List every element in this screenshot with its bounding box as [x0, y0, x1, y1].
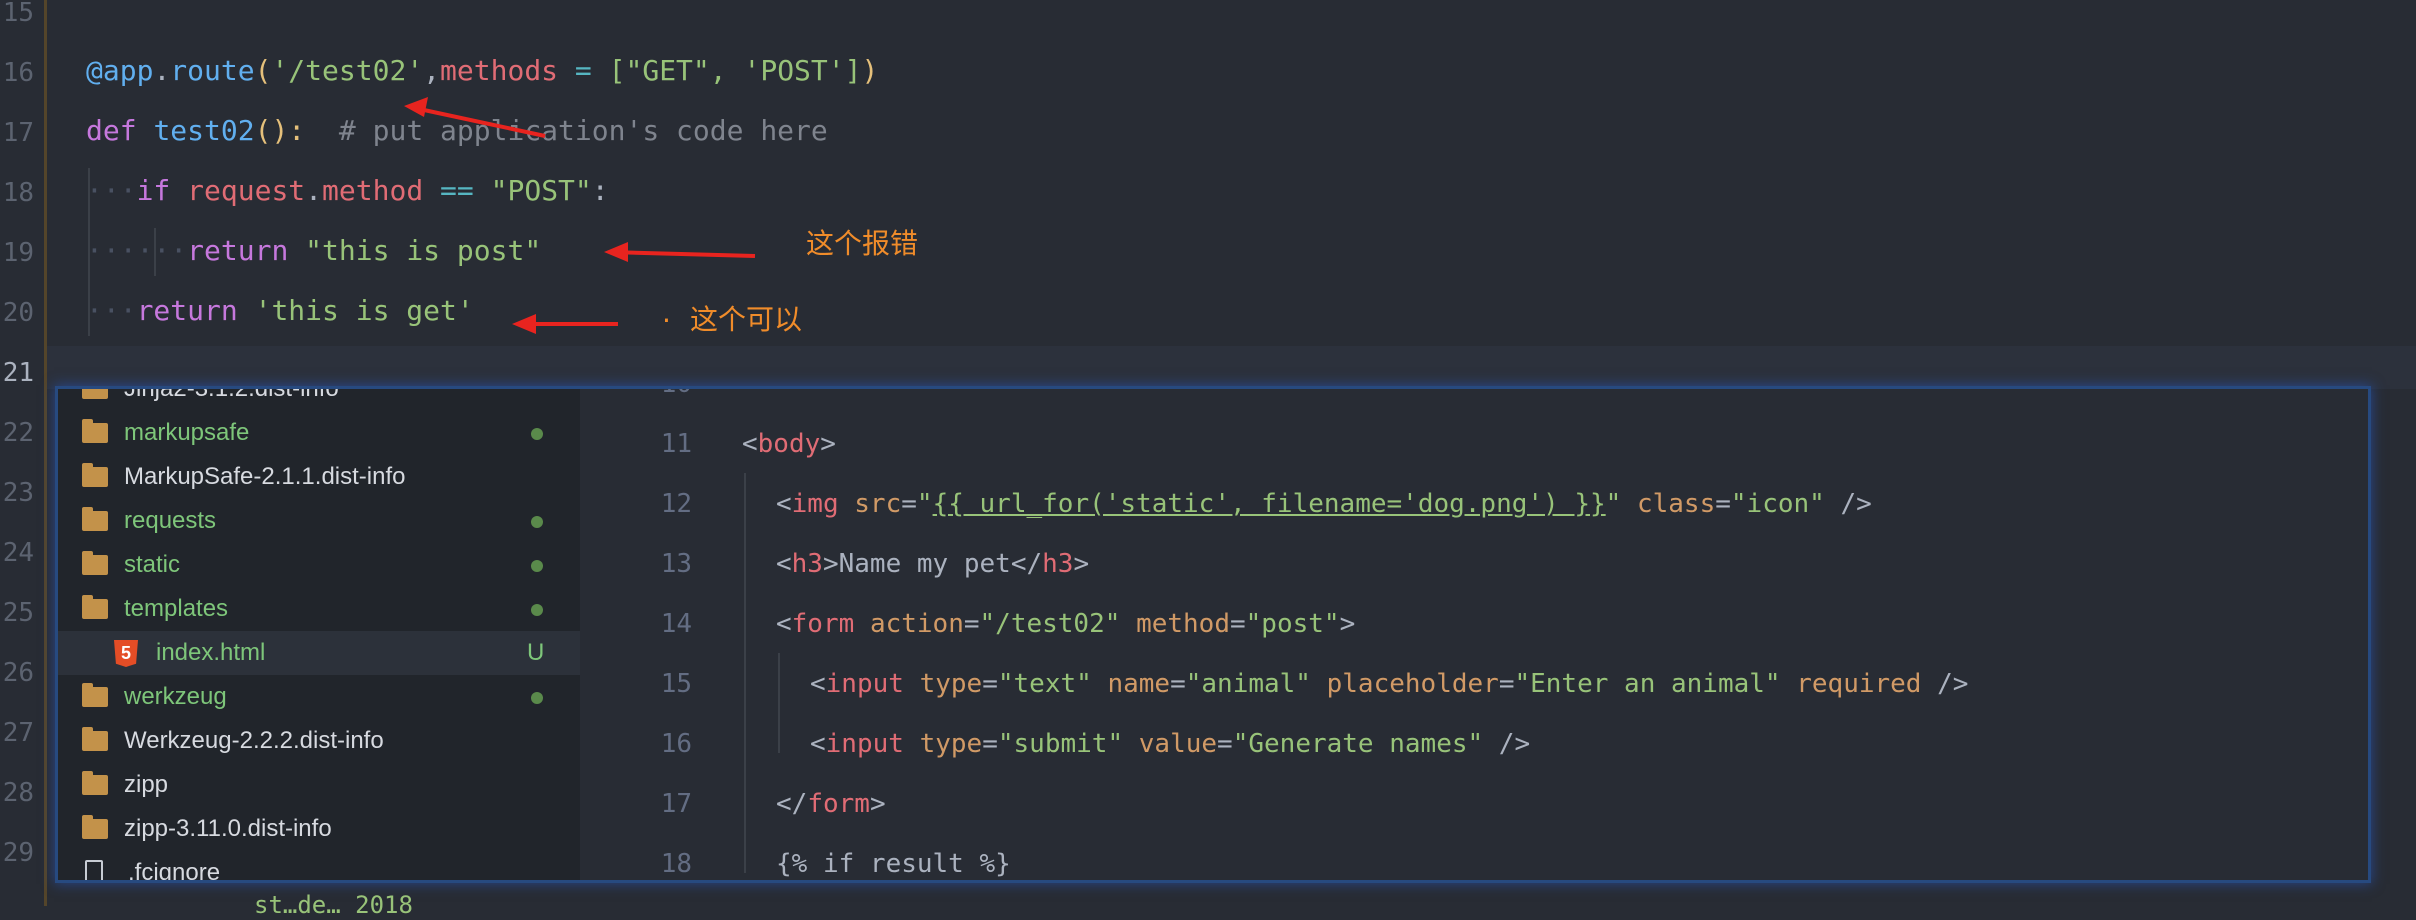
arrow-to-post-return [609, 250, 756, 258]
tree-item[interactable]: werkzeug [58, 675, 580, 719]
line-number: 11 [660, 429, 692, 459]
line-number: 17 [660, 789, 692, 819]
indent-guide [744, 473, 746, 873]
html-editor[interactable]: 10 11 12 13 14 15 16 17 18 <body> <img s… [580, 389, 2368, 880]
line-number: 16 [660, 729, 692, 759]
tree-item[interactable]: zipp-3.11.0.dist-info [58, 807, 580, 851]
line-number: 10 [580, 389, 692, 399]
git-status-dot [531, 428, 543, 440]
tree-item[interactable]: .fcignore [58, 851, 580, 880]
git-status-dot [531, 604, 543, 616]
partial-code-line: st…de… 2018 [254, 891, 413, 919]
line-number: 13 [660, 549, 692, 579]
html-line-17[interactable]: </form> [776, 789, 886, 819]
tree-item-index-html[interactable]: 5 index.html U [58, 631, 580, 675]
tree-item[interactable]: requests [58, 499, 580, 543]
file-explorer[interactable]: Jinja2-3.1.2.dist-info markupsafe Markup… [58, 389, 580, 880]
arrow-to-methods [409, 105, 546, 138]
tree-item[interactable]: MarkupSafe-2.1.1.dist-info [58, 455, 580, 499]
html-line-11[interactable]: <body> [742, 429, 836, 459]
file-icon [85, 860, 103, 880]
line-number: 18 [660, 849, 692, 879]
tree-item[interactable]: zipp [58, 763, 580, 807]
indent-guide [778, 653, 780, 753]
html-line-16[interactable]: <input type="submit" value="Generate nam… [810, 729, 1530, 759]
untracked-badge: U [527, 639, 545, 666]
html-line-12[interactable]: <img src="{{ url_for('static', filename=… [776, 489, 1872, 519]
line-number: 12 [660, 489, 692, 519]
line-number: 15 [660, 669, 692, 699]
html-line-13[interactable]: <h3>Name my pet</h3> [776, 549, 1089, 579]
html-line-15[interactable]: <input type="text" name="animal" placeho… [810, 669, 1968, 699]
html-line-14[interactable]: <form action="/test02" method="post"> [776, 609, 1355, 639]
html5-icon: 5 [114, 640, 138, 667]
html-line-18[interactable]: {% if result %} [776, 849, 1011, 879]
tree-item[interactable]: Werkzeug-2.2.2.dist-info [58, 719, 580, 763]
tree-item[interactable]: static [58, 543, 580, 587]
tree-item-templates[interactable]: templates [58, 587, 580, 631]
embedded-screenshot: Jinja2-3.1.2.dist-info markupsafe Markup… [58, 389, 2368, 880]
tree-item[interactable]: Jinja2-3.1.2.dist-info [58, 389, 580, 411]
git-status-dot [531, 692, 543, 704]
git-status-dot [531, 516, 543, 528]
line-number: 14 [660, 609, 692, 639]
tree-item[interactable]: markupsafe [58, 411, 580, 455]
git-status-dot [531, 560, 543, 572]
